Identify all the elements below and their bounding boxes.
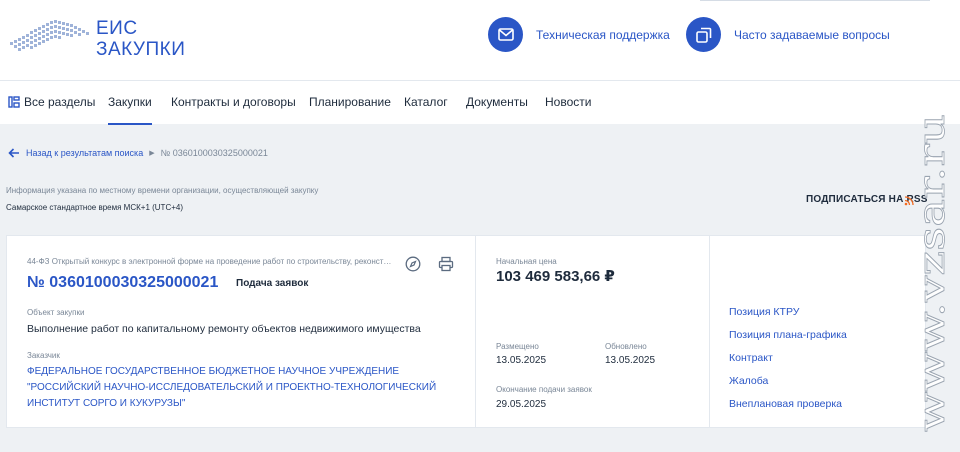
- faq-link[interactable]: Часто задаваемые вопросы: [686, 17, 890, 52]
- nav-catalog[interactable]: Каталог: [404, 95, 448, 109]
- customer-label: Заказчик: [27, 351, 60, 360]
- nav-purchases[interactable]: Закупки: [108, 95, 152, 125]
- watermark-text: www.vzsar.ru: [912, 114, 953, 432]
- compass-icon[interactable]: [405, 256, 421, 272]
- logo-line-2: ЗАКУПКИ: [96, 39, 186, 60]
- logo-line-1: ЕИС: [96, 18, 138, 39]
- header-top-line: [700, 0, 930, 1]
- registry-number-link[interactable]: № 0360100030325000021: [27, 274, 218, 292]
- deadline-value: 29.05.2025: [496, 399, 547, 410]
- updated-value: 13.05.2025: [605, 355, 656, 366]
- plan-schedule-link[interactable]: Позиция плана-графика: [729, 329, 847, 341]
- object-label: Объект закупки: [27, 308, 85, 317]
- timezone-info: Информация указана по местному времени о…: [6, 186, 319, 195]
- posted-label: Размещено: [496, 342, 539, 351]
- customer-link[interactable]: ФЕДЕРАЛЬНОЕ ГОСУДАРСТВЕННОЕ БЮДЖЕТНОЕ НА…: [27, 364, 447, 412]
- complaint-link[interactable]: Жалоба: [729, 375, 768, 387]
- updated-label: Обновлено: [605, 342, 647, 351]
- nav-all-sections-label: Все разделы: [24, 95, 96, 109]
- breadcrumb-separator-icon: ▶: [149, 150, 155, 157]
- unscheduled-inspection-link[interactable]: Внеплановая проверка: [729, 398, 842, 410]
- arrow-left-icon: [8, 148, 19, 158]
- support-link[interactable]: Техническая поддержка: [488, 17, 670, 52]
- breadcrumb-current: № 0360100030325000021: [160, 148, 268, 158]
- print-icon[interactable]: [438, 256, 454, 272]
- eis-logo[interactable]: ЕИС ЗАКУПКИ: [8, 14, 185, 64]
- russia-map-icon: [10, 20, 89, 51]
- main-nav: Все разделы Закупки Контракты и договоры…: [0, 80, 960, 125]
- contract-link[interactable]: Контракт: [729, 352, 773, 364]
- posted-value: 13.05.2025: [496, 355, 547, 366]
- nav-news[interactable]: Новости: [545, 95, 591, 109]
- mail-icon: [488, 17, 523, 52]
- object-value: Выполнение работ по капитальному ремонту…: [27, 323, 421, 335]
- site-header: ЕИС ЗАКУПКИ Техническая поддержка Часто …: [0, 0, 960, 80]
- price-value: 103 469 583,66 ₽: [496, 268, 615, 285]
- support-label: Техническая поддержка: [536, 27, 670, 42]
- faq-label: Часто задаваемые вопросы: [734, 27, 890, 42]
- timezone-value: Самарское стандартное время МСК+1 (UTC+4…: [6, 203, 183, 212]
- price-label: Начальная цена: [496, 257, 557, 266]
- status-label: Подача заявок: [236, 278, 309, 289]
- nav-all-sections[interactable]: Все разделы: [8, 95, 95, 109]
- sections-icon: [8, 96, 20, 108]
- nav-planning[interactable]: Планирование: [309, 95, 391, 109]
- procedure-type: 44-ФЗ Открытый конкурс в электронной фор…: [27, 257, 392, 266]
- ktru-position-link[interactable]: Позиция КТРУ: [729, 306, 799, 318]
- faq-icon: [686, 17, 721, 52]
- breadcrumb: Назад к результатам поиска ▶ № 036010003…: [8, 148, 268, 158]
- purchase-card: 44-ФЗ Открытый конкурс в электронной фор…: [6, 235, 926, 428]
- nav-documents[interactable]: Документы: [466, 95, 528, 109]
- watermark: www.vzsar.ru: [912, 114, 954, 433]
- back-label: Назад к результатам поиска: [26, 148, 144, 158]
- logo-text: ЕИС ЗАКУПКИ: [96, 19, 185, 59]
- back-to-results-link[interactable]: Назад к результатам поиска: [8, 148, 143, 158]
- deadline-label: Окончание подачи заявок: [496, 385, 592, 394]
- column-divider: [709, 236, 710, 427]
- column-divider: [475, 236, 476, 427]
- nav-contracts[interactable]: Контракты и договоры: [171, 95, 296, 109]
